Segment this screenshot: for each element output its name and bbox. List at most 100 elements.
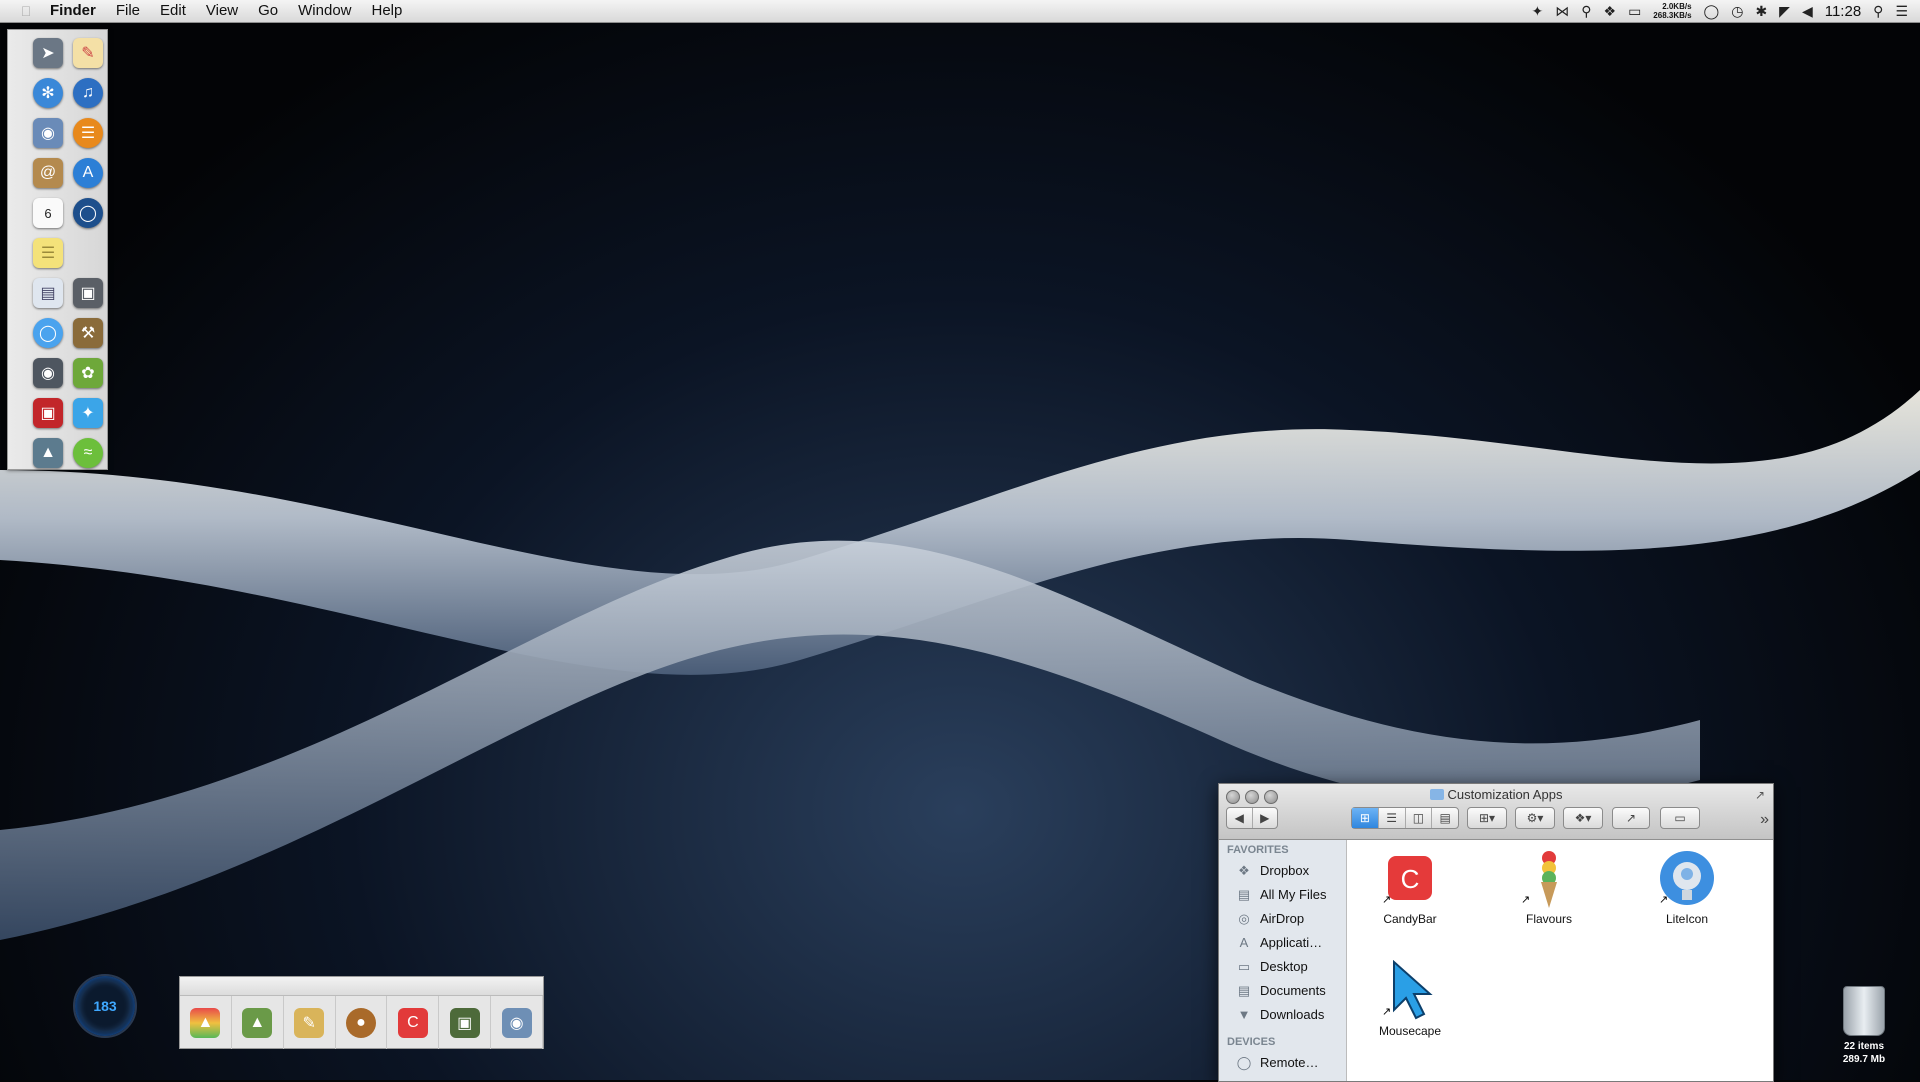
system-gauge-widget[interactable]: 183 bbox=[73, 974, 137, 1038]
photo-booth-icon[interactable]: ▣ bbox=[33, 398, 63, 428]
stickies-icon[interactable]: ☰ bbox=[33, 238, 63, 268]
utility-icon[interactable]: ⚒ bbox=[73, 318, 103, 348]
toolbar-overflow-icon[interactable]: » bbox=[1760, 811, 1769, 829]
devices-header: DEVICES bbox=[1227, 1036, 1276, 1048]
icon-view-button[interactable]: ⊞ bbox=[1352, 808, 1378, 828]
calendar-icon[interactable]: 6 bbox=[33, 198, 63, 228]
volume-icon[interactable]: ◀ bbox=[1802, 0, 1813, 22]
leaf-icon[interactable]: ✿ bbox=[73, 358, 103, 388]
tags-button[interactable]: ▭ bbox=[1660, 807, 1700, 829]
menu-window[interactable]: Window bbox=[288, 0, 361, 22]
photos-icon[interactable]: ▲ bbox=[33, 438, 63, 468]
spotlight-icon[interactable]: ⚲ bbox=[1873, 0, 1883, 22]
image-viewer-icon[interactable]: ▣ bbox=[449, 1007, 480, 1038]
sidebar-item-airdrop[interactable]: ◎ AirDrop bbox=[1219, 906, 1346, 930]
maps-icon[interactable]: ▲ bbox=[242, 1007, 273, 1038]
bowtie-icon[interactable]: ⋈ bbox=[1555, 0, 1569, 22]
file-flavours[interactable]: ↗ Flavours bbox=[1494, 848, 1604, 926]
calendar-day: 6 bbox=[44, 205, 52, 221]
screenshot-icon[interactable]: ▣ bbox=[73, 278, 103, 308]
bluetooth-icon[interactable]: ✱ bbox=[1755, 0, 1767, 22]
preview-icon[interactable]: ◉ bbox=[33, 118, 63, 148]
textedit-icon[interactable]: ✎ bbox=[73, 38, 103, 68]
file-mousecape[interactable]: ↗ Mousecape bbox=[1355, 959, 1465, 1038]
facetime-icon[interactable]: ◉ bbox=[33, 358, 63, 388]
disc-icon: ◯ bbox=[1236, 1055, 1252, 1070]
coverflow-view-button[interactable]: ▤ bbox=[1431, 808, 1458, 828]
menu-help[interactable]: Help bbox=[362, 0, 413, 22]
network-monitor[interactable]: 2.0KB/s 268.3KB/s bbox=[1653, 2, 1691, 20]
menu-clock[interactable]: 11:28 bbox=[1825, 3, 1861, 20]
forward-button[interactable]: ▶ bbox=[1253, 808, 1278, 828]
time-machine-icon[interactable]: ◷ bbox=[1731, 0, 1743, 22]
fullscreen-icon[interactable]: ↗ bbox=[1755, 788, 1765, 802]
back-button[interactable]: ◀ bbox=[1227, 808, 1253, 828]
sidebar-item-all-my-files[interactable]: ▤ All My Files bbox=[1219, 882, 1346, 906]
net-upload: 2.0KB/s bbox=[1662, 2, 1692, 11]
sidebar-item-applications[interactable]: A Applicati… bbox=[1219, 930, 1346, 954]
apple-menu-icon[interactable]:  bbox=[12, 3, 40, 19]
acorn-icon[interactable]: ● bbox=[346, 1007, 376, 1038]
itunes-icon[interactable]: ♫ bbox=[73, 78, 103, 108]
arrange-button[interactable]: ⊞▾ bbox=[1467, 807, 1507, 829]
spotify-icon[interactable]: ≈ bbox=[73, 438, 103, 468]
draw-icon[interactable]: ✎ bbox=[294, 1007, 325, 1038]
menu-edit[interactable]: Edit bbox=[150, 0, 196, 22]
notification-center-icon[interactable]: ☰ bbox=[1895, 0, 1908, 22]
window-title-text: Customization Apps bbox=[1447, 787, 1563, 802]
folder-icon bbox=[1429, 789, 1444, 800]
action-gear-button[interactable]: ⚙▾ bbox=[1515, 807, 1555, 829]
share-button[interactable]: ↗ bbox=[1612, 807, 1650, 829]
stack-shelf-header[interactable] bbox=[180, 977, 543, 996]
file-liteicon[interactable]: ↗ LiteIcon bbox=[1632, 848, 1742, 926]
file-candybar[interactable]: C ↗ CandyBar bbox=[1355, 848, 1465, 926]
key-icon[interactable]: ⚲ bbox=[1581, 0, 1591, 22]
chat-icon[interactable]: ◯ bbox=[1704, 0, 1720, 22]
documents-icon: ▤ bbox=[1237, 983, 1251, 998]
alias-arrow-icon: ↗ bbox=[1382, 1006, 1392, 1018]
sidebar-item-desktop[interactable]: ▭ Desktop bbox=[1219, 954, 1346, 978]
dropbox-icon[interactable]: ❖ bbox=[1604, 0, 1617, 22]
column-view-button[interactable]: ◫ bbox=[1404, 808, 1432, 828]
twitter-app-icon[interactable]: ✦ bbox=[73, 398, 103, 428]
1password-icon[interactable]: ◯ bbox=[73, 198, 103, 228]
wifi-icon[interactable]: ◤ bbox=[1779, 0, 1790, 22]
finder-content: C ↗ CandyBar ↗ Flavours ↗ LiteIcon ↗ Mou… bbox=[1347, 840, 1773, 1081]
candybar-icon[interactable]: C bbox=[397, 1007, 428, 1038]
sidebar-item-label: Downloads bbox=[1260, 1006, 1325, 1022]
gauge-value: 183 bbox=[93, 998, 117, 1014]
sidebar-item-remote-disc[interactable]: ◯ Remote… bbox=[1219, 1050, 1346, 1074]
launchpad-icon[interactable]: ➤ bbox=[33, 38, 63, 68]
all-files-icon: ▤ bbox=[1237, 887, 1251, 902]
trash-item-count: 22 items bbox=[1843, 1041, 1885, 1052]
airplay-icon[interactable]: ▭ bbox=[1628, 0, 1641, 22]
twitter-icon[interactable]: ✦ bbox=[1532, 0, 1544, 22]
menu-file[interactable]: File bbox=[106, 0, 150, 22]
downloads-icon: ▼ bbox=[1237, 1007, 1251, 1022]
alias-arrow-icon: ↗ bbox=[1382, 894, 1392, 906]
messages-icon[interactable]: ◯ bbox=[33, 318, 63, 348]
flavours-icon[interactable]: ▲ bbox=[190, 1007, 221, 1038]
menu-view[interactable]: View bbox=[196, 0, 248, 22]
dropbox-menu-button[interactable]: ❖▾ bbox=[1563, 807, 1603, 829]
sidebar-item-dropbox[interactable]: ❖ Dropbox bbox=[1219, 858, 1346, 882]
contacts-icon[interactable]: @ bbox=[33, 158, 63, 188]
sidebar-item-downloads[interactable]: ▼ Downloads bbox=[1219, 1002, 1346, 1026]
dropbox-icon: ❖ bbox=[1238, 863, 1250, 878]
safari-icon[interactable]: ✻ bbox=[33, 78, 63, 108]
preview-app-icon[interactable]: ◉ bbox=[501, 1007, 532, 1038]
sidebar-item-label: All My Files bbox=[1260, 886, 1327, 902]
trash[interactable]: 22 items 289.7 Mb bbox=[1836, 986, 1892, 1066]
list-view-button[interactable]: ☰ bbox=[1377, 808, 1405, 828]
view-mode-control: ⊞ ☰ ◫ ▤ bbox=[1351, 807, 1459, 829]
menu-go[interactable]: Go bbox=[248, 0, 288, 22]
finder-titlebar[interactable]: Customization Apps ↗ ◀ ▶ ⊞ ☰ ◫ ▤ ⊞▾ ⚙▾ ❖… bbox=[1219, 784, 1773, 840]
desktop-icon: ▭ bbox=[1237, 959, 1251, 974]
app-store-icon[interactable]: A bbox=[73, 158, 103, 188]
sidebar-item-documents[interactable]: ▤ Documents bbox=[1219, 978, 1346, 1002]
activity-monitor-icon[interactable]: ▤ bbox=[33, 278, 63, 308]
ibooks-icon[interactable]: ☰ bbox=[73, 118, 103, 148]
menu-app-finder[interactable]: Finder bbox=[40, 0, 106, 22]
net-download: 268.3KB/s bbox=[1653, 11, 1692, 20]
menu-bar:  Finder File Edit View Go Window Help ✦… bbox=[0, 0, 1920, 23]
